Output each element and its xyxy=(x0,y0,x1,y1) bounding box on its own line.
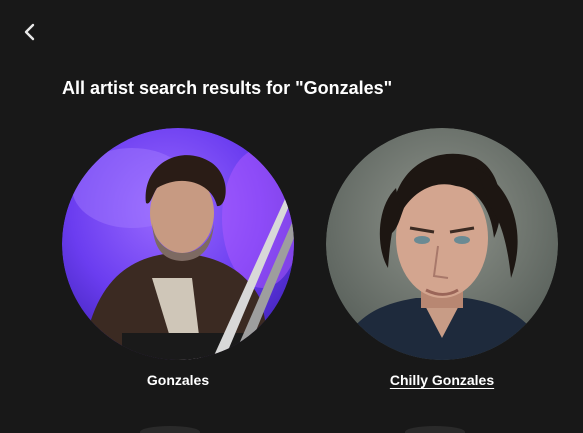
next-row-avatar-edge xyxy=(140,426,200,433)
page-title: All artist search results for "Gonzales" xyxy=(62,78,393,98)
artist-card[interactable]: Chilly Gonzales xyxy=(326,128,558,388)
artist-results-grid: Gonzales Chilly Gonzales xyxy=(62,128,562,428)
back-button[interactable] xyxy=(18,20,42,44)
next-row-avatar-edge xyxy=(405,426,465,433)
chevron-left-icon xyxy=(24,23,35,41)
artist-name[interactable]: Gonzales xyxy=(62,372,294,388)
artist-name[interactable]: Chilly Gonzales xyxy=(326,372,558,388)
artist-avatar[interactable] xyxy=(326,128,558,360)
artist-search-results-page: All artist search results for "Gonzales" xyxy=(0,0,583,433)
artist-card[interactable]: Gonzales xyxy=(62,128,294,388)
artist-avatar[interactable] xyxy=(62,128,294,360)
